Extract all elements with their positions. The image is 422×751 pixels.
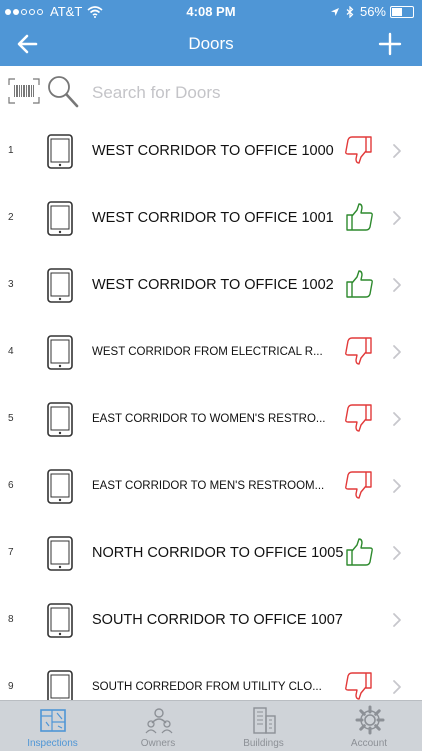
status-bar: AT&T 4:08 PM 56%	[0, 0, 422, 22]
door-tablet-icon	[47, 134, 73, 169]
plus-icon[interactable]	[376, 30, 404, 58]
chevron-right-icon	[392, 210, 402, 226]
thumbs-up-icon	[343, 201, 375, 233]
door-tablet-icon	[47, 201, 73, 236]
chevron-right-icon	[392, 411, 402, 427]
barcode-scan-icon[interactable]	[8, 78, 40, 104]
chevron-right-icon	[392, 679, 402, 695]
bluetooth-icon	[346, 6, 354, 18]
search-input[interactable]	[90, 78, 404, 108]
door-name: SOUTH CORREDOR FROM UTILITY CLO...	[92, 681, 342, 693]
people-icon	[144, 705, 174, 735]
nav-bar: Doors	[0, 22, 422, 66]
door-row[interactable]: 9 SOUTH CORREDOR FROM UTILITY CLO...	[0, 654, 422, 700]
door-name: NORTH CORRIDOR TO OFFICE 1005	[92, 545, 342, 561]
tab-label: Buildings	[211, 738, 316, 749]
tab-inspections[interactable]: Inspections	[0, 701, 105, 751]
thumbs-down-icon	[343, 134, 375, 166]
door-list: 1 WEST CORRIDOR TO OFFICE 1000 2 WEST CORRI…	[0, 118, 422, 700]
tab-label: Account	[317, 738, 422, 749]
door-row[interactable]: 3 WEST CORRIDOR TO OFFICE 1002	[0, 252, 422, 320]
chevron-right-icon	[392, 612, 402, 628]
magnifier-icon[interactable]	[46, 74, 80, 110]
door-tablet-icon	[47, 536, 73, 571]
door-tablet-icon	[47, 335, 73, 370]
door-tablet-icon	[47, 402, 73, 437]
door-row[interactable]: 8 SOUTH CORRIDOR TO OFFICE 1007	[0, 587, 422, 655]
tab-bar: InspectionsOwnersBuildingsAccount	[0, 700, 422, 751]
gear-icon	[355, 705, 385, 735]
door-number: 4	[8, 346, 14, 357]
door-row[interactable]: 1 WEST CORRIDOR TO OFFICE 1000	[0, 118, 422, 186]
chevron-right-icon	[392, 344, 402, 360]
thumbs-down-icon	[343, 402, 375, 434]
tab-label: Inspections	[0, 738, 105, 749]
chevron-right-icon	[392, 478, 402, 494]
door-row[interactable]: 7 NORTH CORRIDOR TO OFFICE 1005	[0, 520, 422, 588]
door-tablet-icon	[47, 670, 73, 700]
door-number: 3	[8, 279, 14, 290]
door-row[interactable]: 6 EAST CORRIDOR TO MEN'S RESTROOM...	[0, 453, 422, 521]
door-number: 5	[8, 413, 14, 424]
door-number: 8	[8, 614, 14, 625]
chevron-right-icon	[392, 545, 402, 561]
door-number: 6	[8, 480, 14, 491]
door-number: 9	[8, 681, 14, 692]
tab-label: Owners	[106, 738, 211, 749]
door-number: 7	[8, 547, 14, 558]
chevron-right-icon	[392, 277, 402, 293]
door-row[interactable]: 5 EAST CORRIDOR TO WOMEN'S RESTRO...	[0, 386, 422, 454]
blueprint-icon	[38, 705, 68, 735]
door-tablet-icon	[47, 268, 73, 303]
tab-account[interactable]: Account	[317, 701, 422, 751]
door-name: EAST CORRIDOR TO WOMEN'S RESTRO...	[92, 413, 342, 425]
door-row[interactable]: 4 WEST CORRIDOR FROM ELECTRICAL R...	[0, 319, 422, 387]
door-name: EAST CORRIDOR TO MEN'S RESTROOM...	[92, 480, 342, 492]
door-name: WEST CORRIDOR FROM ELECTRICAL R...	[92, 346, 342, 358]
thumbs-up-icon	[343, 268, 375, 300]
thumbs-down-icon	[343, 670, 375, 700]
tab-owners[interactable]: Owners	[106, 701, 211, 751]
chevron-right-icon	[392, 143, 402, 159]
thumbs-down-icon	[343, 469, 375, 501]
door-number: 1	[8, 145, 14, 156]
door-tablet-icon	[47, 469, 73, 504]
door-name: WEST CORRIDOR TO OFFICE 1001	[92, 210, 342, 226]
location-icon	[330, 7, 340, 17]
door-name: SOUTH CORRIDOR TO OFFICE 1007	[92, 612, 342, 628]
search-bar	[0, 66, 422, 119]
header: AT&T 4:08 PM 56% Doors	[0, 0, 422, 66]
battery-percent: 56%	[360, 4, 386, 19]
door-row[interactable]: 2 WEST CORRIDOR TO OFFICE 1001	[0, 185, 422, 253]
door-name: WEST CORRIDOR TO OFFICE 1002	[92, 277, 342, 293]
door-number: 2	[8, 212, 14, 223]
thumbs-down-icon	[343, 335, 375, 367]
door-name: WEST CORRIDOR TO OFFICE 1000	[92, 143, 342, 159]
thumbs-up-icon	[343, 536, 375, 568]
building-icon	[249, 705, 279, 735]
page-title: Doors	[0, 34, 422, 54]
door-tablet-icon	[47, 603, 73, 638]
tab-buildings[interactable]: Buildings	[211, 701, 316, 751]
battery-icon	[390, 6, 414, 18]
